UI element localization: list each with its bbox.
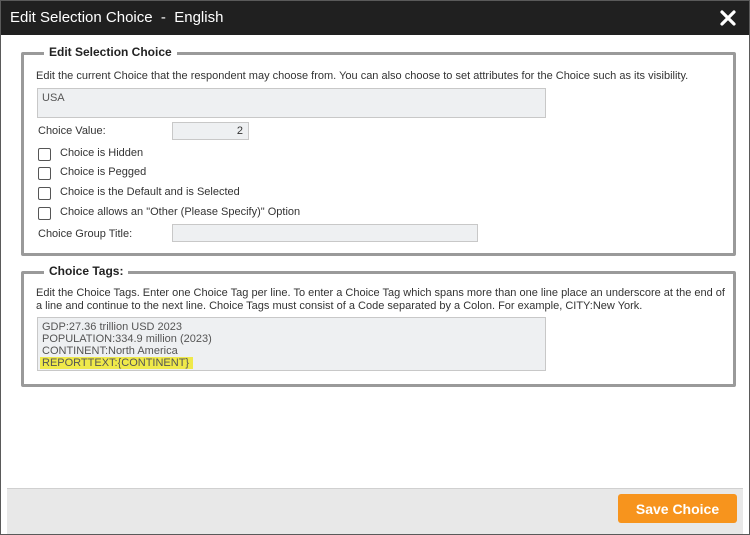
edit-choice-group: Edit Selection Choice Edit the current C… — [21, 45, 736, 256]
choice-value-label: Choice Value: — [38, 125, 106, 137]
choice-group-title-label: Choice Group Title: — [38, 228, 133, 240]
dialog-titlebar: Edit Selection Choice - English — [1, 1, 749, 35]
choice-value-input[interactable]: 2 — [172, 122, 249, 140]
tag-line: CONTINENT:North America — [42, 345, 178, 357]
choice-group-title-input[interactable] — [172, 224, 478, 242]
choice-other-checkbox[interactable] — [38, 207, 51, 220]
choice-pegged-checkbox[interactable] — [38, 167, 51, 180]
edit-choice-description: Edit the current Choice that the respond… — [36, 70, 689, 82]
choice-tags-description: Edit the Choice Tags. Enter one Choice T… — [36, 287, 725, 312]
choice-tags-group: Choice Tags: Edit the Choice Tags. Enter… — [21, 264, 736, 387]
choice-hidden-label: Choice is Hidden — [60, 147, 144, 159]
choice-tags-legend: Choice Tags: — [44, 264, 129, 278]
tag-line: GDP:27.36 trillion USD 2023 — [42, 321, 183, 333]
choice-hidden-checkbox[interactable] — [38, 148, 51, 161]
dialog-title: Edit Selection Choice - English — [10, 9, 224, 26]
choice-text-value: USA — [42, 92, 65, 104]
choice-default-label: Choice is the Default and is Selected — [60, 186, 240, 198]
choice-other-label: Choice allows an "Other (Please Specify)… — [60, 206, 301, 218]
choice-value: 2 — [236, 125, 243, 137]
choice-default-checkbox[interactable] — [38, 187, 51, 200]
tag-line-highlighted: REPORTTEXT:{CONTINENT} — [40, 357, 194, 369]
close-icon[interactable] — [717, 7, 739, 29]
choice-text-input[interactable]: USA — [37, 88, 546, 118]
choice-pegged-label: Choice is Pegged — [60, 166, 147, 178]
tag-line-highlighted-wrapper: REPORTTEXT:{CONTINENT} — [40, 357, 541, 369]
edit-choice-legend: Edit Selection Choice — [44, 45, 177, 59]
choice-tags-textarea[interactable]: GDP:27.36 trillion USD 2023 POPULATION:3… — [37, 317, 546, 371]
dialog-body: Edit Selection Choice Edit the current C… — [7, 35, 743, 488]
edit-selection-choice-dialog: Edit Selection Choice - English Edit Sel… — [0, 0, 750, 535]
tag-line: POPULATION:334.9 million (2023) — [42, 333, 212, 345]
dialog-footer: Save Choice — [7, 488, 743, 534]
save-choice-button[interactable]: Save Choice — [618, 494, 737, 523]
